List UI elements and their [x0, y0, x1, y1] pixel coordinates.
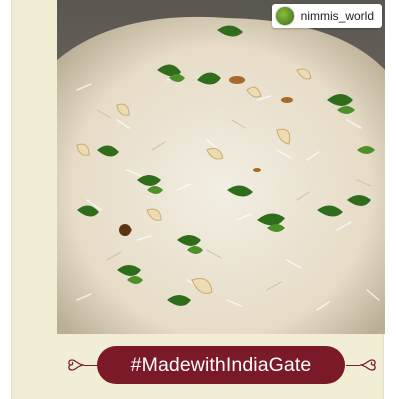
hashtag-banner: #MadewithIndiaGate — [66, 343, 378, 387]
post-frame: nimmis_world #MadewithIndiaGate — [11, 0, 385, 399]
ornament-line-left — [84, 365, 98, 366]
instagram-handle-badge[interactable]: nimmis_world — [271, 4, 382, 28]
hashtag-pill[interactable]: #MadewithIndiaGate — [97, 346, 345, 384]
swirl-ornament-left-icon — [68, 359, 85, 371]
profile-avatar-icon — [274, 6, 295, 26]
user-handle: nimmis_world — [300, 9, 374, 23]
biryani-photo: nimmis_world — [57, 0, 385, 334]
swirl-ornament-right-icon — [359, 359, 376, 371]
